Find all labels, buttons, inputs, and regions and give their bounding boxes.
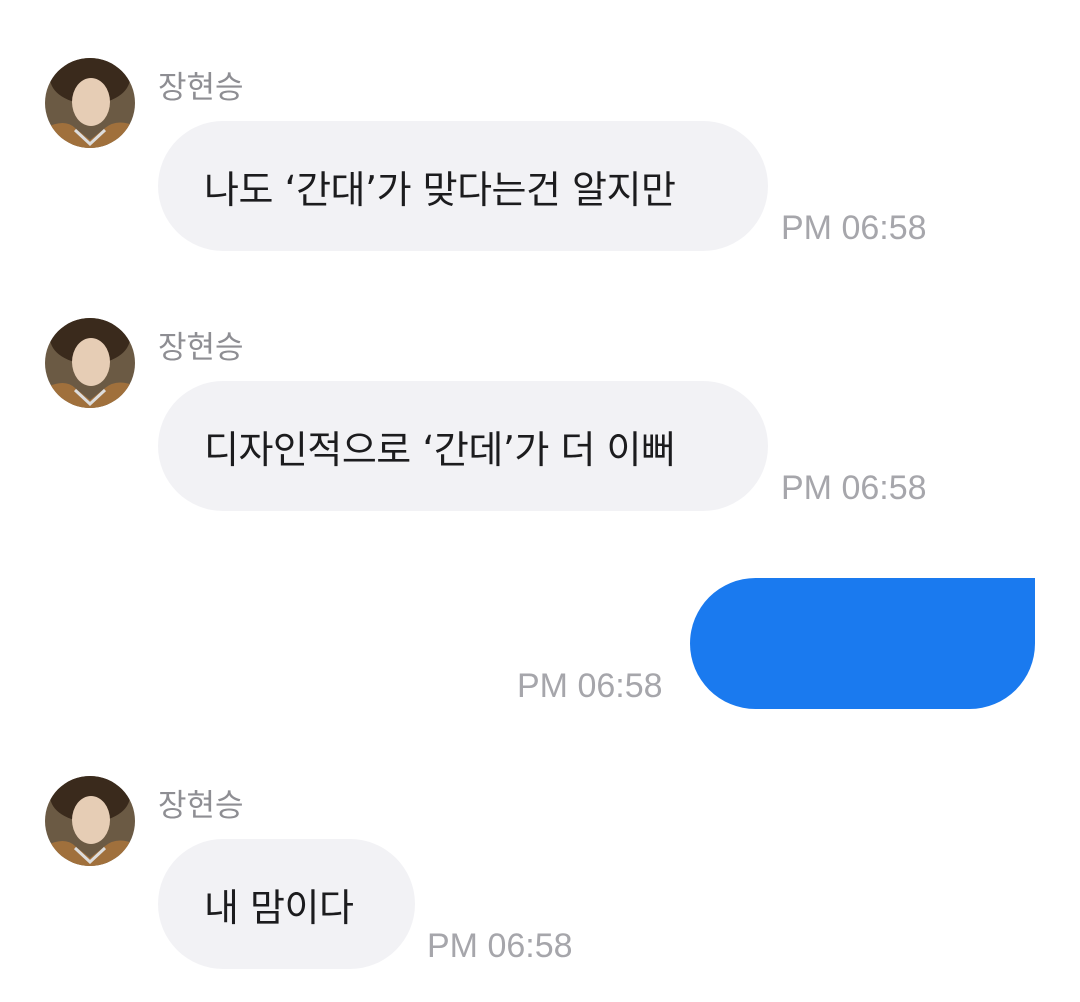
message-timestamp: PM 06:58 <box>517 667 663 705</box>
sender-name: 장현승 <box>158 788 244 824</box>
chat-thread: 장현승 나도 ‘간대’가 맞다는건 알지만 PM 06:58 장현승 디자인적으… <box>0 0 1080 1002</box>
message-bubble[interactable]: 내 맘이다 <box>158 839 415 969</box>
sender-name: 장현승 <box>158 70 244 106</box>
outgoing-message-bubble[interactable] <box>690 578 1035 709</box>
avatar[interactable] <box>45 776 135 866</box>
message-timestamp: PM 06:58 <box>781 469 927 507</box>
message-text: 내 맘이다 <box>204 885 354 930</box>
message-bubble[interactable]: 나도 ‘간대’가 맞다는건 알지만 <box>158 121 768 251</box>
message-text: 디자인적으로 ‘간데’가 더 이뻐 <box>204 427 676 472</box>
sender-name: 장현승 <box>158 330 244 366</box>
message-text: 나도 ‘간대’가 맞다는건 알지만 <box>204 167 676 212</box>
avatar[interactable] <box>45 318 135 408</box>
message-bubble[interactable]: 디자인적으로 ‘간데’가 더 이뻐 <box>158 381 768 511</box>
avatar[interactable] <box>45 58 135 148</box>
message-timestamp: PM 06:58 <box>427 927 573 965</box>
message-timestamp: PM 06:58 <box>781 209 927 247</box>
